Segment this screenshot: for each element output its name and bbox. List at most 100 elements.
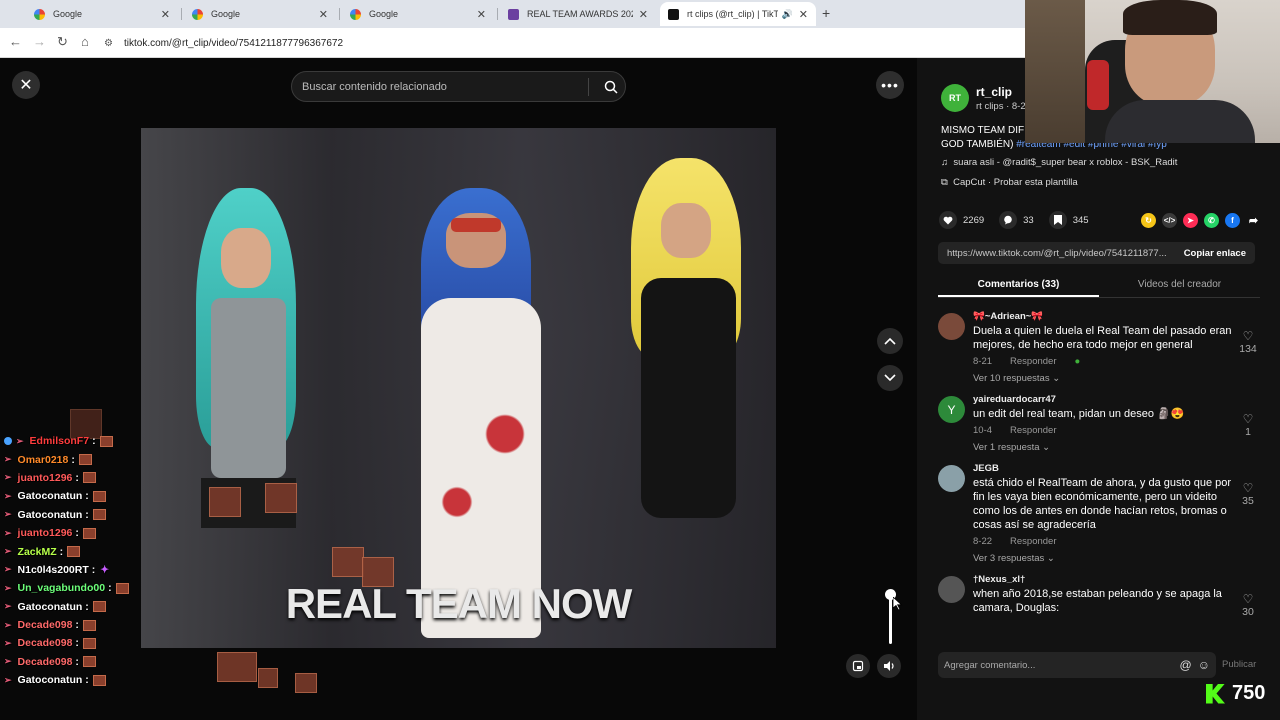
- copy-link-button[interactable]: Copiar enlace: [1175, 248, 1255, 259]
- commenter-name[interactable]: JEGB: [973, 463, 1233, 474]
- description-text: MISMO TEAM DIF: [941, 125, 1025, 136]
- chat-emote: [82, 527, 96, 539]
- emoji-icon[interactable]: ☺: [1198, 658, 1210, 672]
- comment-like-count: 134: [1239, 343, 1257, 355]
- chat-colon: :: [108, 582, 112, 595]
- google-icon: [350, 8, 361, 20]
- close-tab-icon[interactable]: ✕: [161, 8, 170, 21]
- chat-colon: :: [85, 674, 89, 687]
- next-video-button[interactable]: [877, 365, 903, 391]
- url-field[interactable]: ⚙ tiktok.com/@rt_clip/video/754121187779…: [104, 32, 1019, 54]
- commenter-name[interactable]: †Nexus_xl†: [973, 574, 1233, 585]
- reply-button[interactable]: Responder: [1010, 536, 1056, 547]
- share-options: ↻ </> ➤ ✆ f ➦: [1135, 213, 1261, 228]
- send-icon[interactable]: ➤: [1183, 213, 1198, 228]
- speaker-icon[interactable]: 🔊: [782, 9, 793, 20]
- commenter-avatar[interactable]: [938, 313, 965, 340]
- commenter-name[interactable]: 🎀~Adriean~🎀: [973, 311, 1233, 322]
- embed-icon[interactable]: </>: [1162, 213, 1177, 228]
- chat-username: Decade098: [17, 655, 73, 668]
- related-search-box[interactable]: [291, 71, 626, 102]
- capcut-line[interactable]: ⧉ CapCut · Probar esta plantilla: [941, 177, 1078, 188]
- commenter-avatar[interactable]: Y: [938, 396, 965, 423]
- save-button[interactable]: 345: [1048, 211, 1089, 229]
- comment-like-button[interactable]: ♡ 35: [1236, 481, 1260, 507]
- reply-button[interactable]: Responder: [1010, 356, 1056, 367]
- chat-arrow-icon: ➢: [4, 674, 12, 685]
- chat-username: Gatoconatun: [17, 508, 83, 521]
- comment-input[interactable]: [944, 659, 1174, 671]
- comment-like-count: 1: [1245, 426, 1251, 438]
- comment-date: 8-21: [973, 356, 993, 367]
- browser-tab-active[interactable]: rt clips (@rt_clip) | TikTok 🔊 ✕: [660, 2, 816, 26]
- chat-message: ➢ Decade098:: [0, 653, 300, 671]
- comment-like-button[interactable]: ♡ 30: [1236, 592, 1260, 618]
- new-tab-button[interactable]: +: [822, 5, 830, 21]
- chat-emote: [332, 547, 364, 577]
- close-video-button[interactable]: ✕: [12, 71, 40, 99]
- browser-tab[interactable]: Google ✕: [342, 2, 494, 26]
- floating-player-icon: [852, 660, 864, 672]
- view-replies-button[interactable]: Ver 10 respuestas ⌄: [973, 373, 1233, 384]
- like-button[interactable]: 2269: [939, 211, 984, 229]
- chat-colon: :: [75, 471, 79, 484]
- chat-colon: :: [92, 435, 96, 448]
- more-options-button[interactable]: •••: [876, 71, 904, 99]
- streamer-shirt: [1105, 100, 1255, 143]
- commenter-name[interactable]: yaireduardocarr47: [973, 394, 1233, 405]
- floating-player-button[interactable]: [846, 654, 870, 678]
- share-arrow-icon[interactable]: ➦: [1246, 213, 1261, 228]
- chat-emote: [82, 656, 96, 668]
- bookmark-icon: [1048, 211, 1067, 229]
- facebook-icon[interactable]: f: [1225, 213, 1240, 228]
- chat-message: ➢ N1c0l4s200RT: ✦: [0, 561, 300, 579]
- mute-button[interactable]: [877, 654, 901, 678]
- close-tab-icon[interactable]: ✕: [477, 8, 486, 21]
- chevron-up-icon: [884, 337, 896, 345]
- view-replies-button[interactable]: Ver 1 respuesta ⌄: [973, 442, 1233, 453]
- close-tab-icon[interactable]: ✕: [319, 8, 328, 21]
- forward-icon[interactable]: →: [33, 34, 46, 49]
- mention-icon[interactable]: @: [1180, 658, 1192, 672]
- music-line[interactable]: ♫ suara asli - @radit$_super bear x robl…: [941, 157, 1177, 168]
- volume-slider-track[interactable]: [889, 594, 892, 644]
- previous-video-button[interactable]: [877, 328, 903, 354]
- chat-arrow-icon: ➢: [16, 435, 24, 446]
- search-icon[interactable]: [597, 80, 625, 94]
- chat-colon: :: [75, 655, 79, 668]
- engagement-stats: 2269 33 345: [939, 211, 1104, 229]
- home-icon[interactable]: ⌂: [81, 34, 89, 49]
- author-name[interactable]: rt_clip: [976, 85, 1012, 99]
- close-tab-icon[interactable]: ✕: [639, 8, 648, 21]
- save-count: 345: [1072, 214, 1089, 226]
- publish-button[interactable]: Publicar: [1222, 659, 1256, 670]
- browser-tab[interactable]: Google ✕: [184, 2, 336, 26]
- commenter-avatar[interactable]: [938, 576, 965, 603]
- comment-input-box[interactable]: @ ☺: [938, 652, 1216, 678]
- comment-like-button[interactable]: ♡ 134: [1236, 329, 1260, 355]
- view-replies-button[interactable]: Ver 3 respuestas ⌄: [973, 553, 1233, 564]
- reply-button[interactable]: Responder: [1010, 425, 1056, 436]
- mouse-cursor-icon: [893, 597, 903, 611]
- kick-logo-icon: [1206, 683, 1225, 704]
- comment-text: Duela a quien le duela el Real Team del …: [973, 325, 1232, 351]
- browser-tab[interactable]: REAL TEAM AWARDS 2025🏆 ✕: [500, 2, 656, 26]
- close-tab-icon[interactable]: ✕: [799, 8, 808, 21]
- comment-like-button[interactable]: ♡ 1: [1236, 412, 1260, 438]
- reload-icon[interactable]: ↻: [57, 34, 68, 50]
- site-settings-icon[interactable]: ⚙: [104, 38, 114, 49]
- tab-creator-videos[interactable]: Videos del creador: [1099, 276, 1260, 297]
- chat-colon: :: [75, 637, 79, 650]
- share-link-url[interactable]: https://www.tiktok.com/@rt_clip/video/75…: [938, 248, 1175, 259]
- browser-tab[interactable]: Google ✕: [26, 2, 178, 26]
- comment-button[interactable]: 33: [999, 211, 1034, 229]
- repost-icon[interactable]: ↻: [1141, 213, 1156, 228]
- author-avatar[interactable]: RT: [941, 84, 969, 112]
- chat-emote: [92, 509, 106, 521]
- commenter-avatar[interactable]: [938, 465, 965, 492]
- back-icon[interactable]: ←: [9, 34, 22, 49]
- tab-comments[interactable]: Comentarios (33): [938, 276, 1099, 297]
- whatsapp-icon[interactable]: ✆: [1204, 213, 1219, 228]
- related-search-input[interactable]: [302, 80, 580, 93]
- tab-title: Google: [369, 9, 399, 19]
